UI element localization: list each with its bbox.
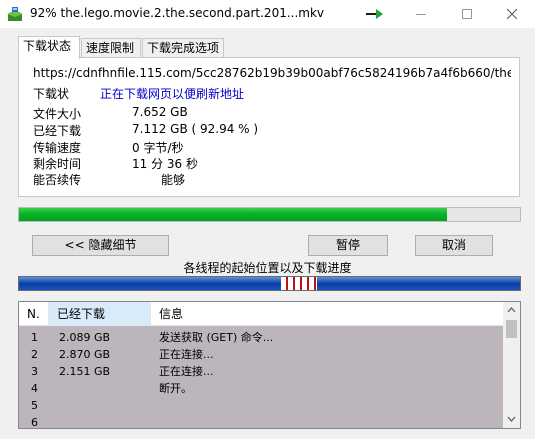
pause-button[interactable]: 暂停 xyxy=(308,235,388,256)
scroll-down-icon[interactable] xyxy=(507,416,516,422)
green-arrow-icon xyxy=(366,9,383,19)
scroll-thumb[interactable] xyxy=(506,320,517,338)
title-bar: 92% the.lego.movie.2.the.second.part.201… xyxy=(0,0,535,28)
table-row[interactable]: 4 断开。 xyxy=(19,380,503,397)
minimize-icon xyxy=(416,14,426,15)
row-info: 发送获取 (GET) 命令... xyxy=(159,331,274,344)
tab-completion-options[interactable]: 下载完成选项 xyxy=(142,38,224,58)
transfer-rate-value: 0 字节/秒 xyxy=(132,141,184,155)
row-number: 1 xyxy=(31,331,38,344)
scroll-up-icon[interactable] xyxy=(507,307,516,313)
table-row[interactable]: 2 2.870 GB 正在连接... xyxy=(19,346,503,363)
row-downloaded: 2.089 GB xyxy=(59,331,111,344)
cancel-button[interactable]: 取消 xyxy=(415,235,493,256)
thread-list[interactable]: N. 已经下载 信息 1 2.089 GB 发送获取 (GET) 命令... 2 2.8… xyxy=(18,301,521,429)
column-header-info[interactable]: 信息 xyxy=(151,302,503,326)
row-info: 正在连接... xyxy=(159,348,214,361)
progress-fill xyxy=(19,208,448,221)
file-size-label: 文件大小 xyxy=(33,107,82,121)
hide-details-button[interactable]: << 隐藏细节 xyxy=(32,235,169,256)
row-downloaded: 2.151 GB xyxy=(59,365,111,378)
table-row[interactable]: 5 xyxy=(19,397,503,414)
column-header-downloaded[interactable]: 已经下载 xyxy=(49,302,151,326)
row-info: 正在连接... xyxy=(159,365,214,378)
list-body: 1 2.089 GB 发送获取 (GET) 命令... 2 2.870 GB 正在连接..… xyxy=(19,326,503,429)
thread-progress-bar xyxy=(18,276,521,291)
tab-download-status[interactable]: 下载状态 xyxy=(18,36,80,59)
status-panel: https://cdnfhnfile.115.com/5cc28762b19b3… xyxy=(18,57,520,197)
row-number: 6 xyxy=(31,416,38,429)
tab-speed-limit[interactable]: 速度限制 xyxy=(81,38,141,58)
state-value: 正在下载网页以便刷新地址 xyxy=(100,87,245,101)
row-number: 3 xyxy=(31,365,38,378)
resume-value: 能够 xyxy=(161,173,186,187)
thread-position-markers xyxy=(281,277,317,290)
time-remaining-value: 11 分 36 秒 xyxy=(132,157,198,171)
download-progress-bar xyxy=(18,207,521,222)
row-number: 2 xyxy=(31,348,38,361)
state-label: 下载状 xyxy=(33,87,70,101)
table-row[interactable]: 6 xyxy=(19,414,503,429)
close-icon xyxy=(507,9,517,19)
threads-caption: 各线程的起始位置以及下载进度 xyxy=(183,261,352,275)
close-button[interactable] xyxy=(489,0,535,28)
row-number: 4 xyxy=(31,382,38,395)
list-scrollbar[interactable] xyxy=(503,302,520,428)
time-remaining-label: 剩余时间 xyxy=(33,157,82,171)
transfer-rate-label: 传输速度 xyxy=(33,141,82,155)
maximize-button[interactable] xyxy=(444,0,490,28)
table-row[interactable]: 3 2.151 GB 正在连接... xyxy=(19,363,503,380)
minimize-button[interactable] xyxy=(398,0,444,28)
row-info: 断开。 xyxy=(159,382,192,395)
green-package-icon xyxy=(7,7,23,21)
download-url: https://cdnfhnfile.115.com/5cc28762b19b3… xyxy=(33,66,511,80)
row-number: 5 xyxy=(31,399,38,412)
list-header: N. 已经下载 信息 xyxy=(19,302,503,326)
file-size-value: 7.652 GB xyxy=(132,105,188,119)
window-title: 92% the.lego.movie.2.the.second.part.201… xyxy=(30,6,325,20)
resume-label: 能否续传 xyxy=(33,173,82,187)
downloaded-label: 已经下载 xyxy=(33,124,82,138)
column-header-number[interactable]: N. xyxy=(19,302,49,326)
maximize-icon xyxy=(462,9,472,19)
downloaded-value: 7.112 GB ( 92.94 % ) xyxy=(132,122,259,136)
table-row[interactable]: 1 2.089 GB 发送获取 (GET) 命令... xyxy=(19,329,503,346)
row-downloaded: 2.870 GB xyxy=(59,348,111,361)
